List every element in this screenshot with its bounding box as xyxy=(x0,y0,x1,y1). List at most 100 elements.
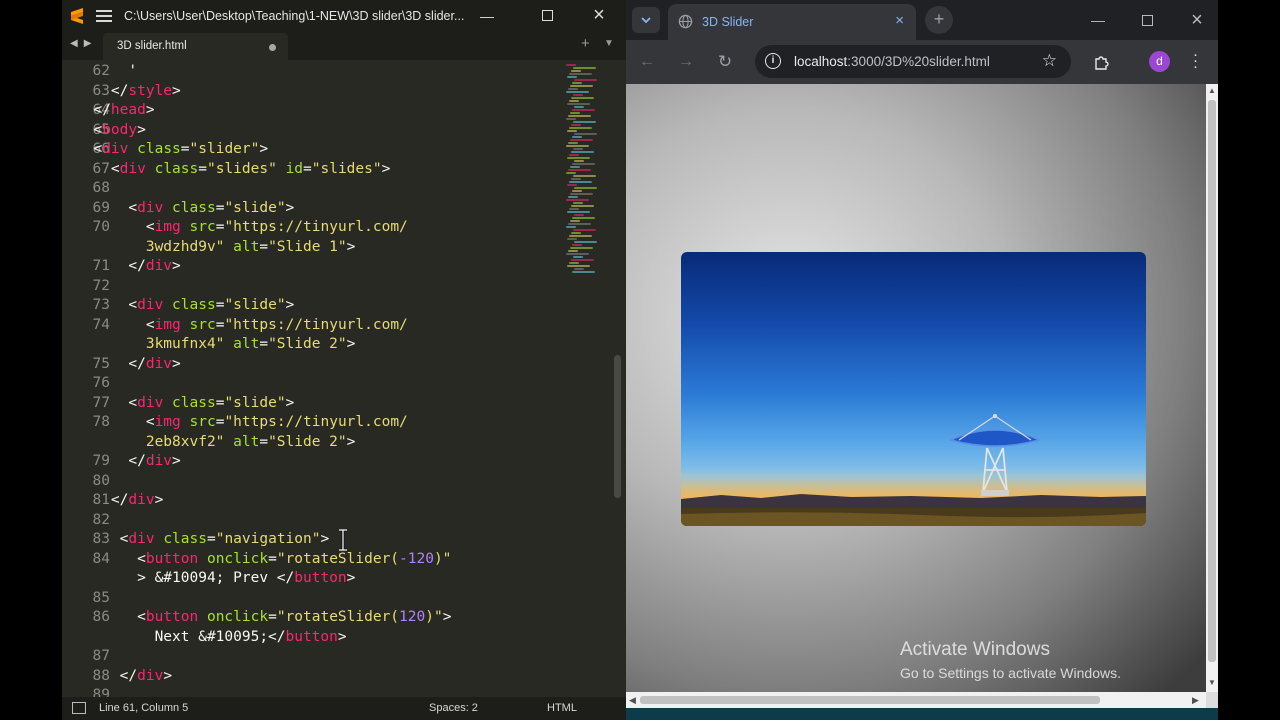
watermark-subtitle: Go to Settings to activate Windows. xyxy=(900,665,1121,681)
url-text[interactable]: localhost:3000/3D%20slider.html xyxy=(794,54,990,69)
minimap-line xyxy=(570,166,580,168)
code-line[interactable]: <button onclick="rotateSlider(120)"> xyxy=(76,608,451,628)
bookmark-star-icon[interactable]: ☆ xyxy=(1042,51,1057,71)
code-token: > xyxy=(154,492,164,508)
syntax-setting[interactable]: HTML xyxy=(547,702,577,714)
code-token: img xyxy=(154,316,181,333)
maximize-icon[interactable] xyxy=(524,0,570,31)
scroll-down-arrow-icon[interactable]: ▼ xyxy=(1208,678,1216,687)
code-line[interactable]: <div class="slider"> xyxy=(76,140,268,160)
close-icon[interactable]: × xyxy=(576,0,622,31)
panel-toggle-icon[interactable] xyxy=(72,702,86,714)
code-token: > xyxy=(285,199,295,216)
minimap-line xyxy=(568,250,578,252)
back-arrow-icon[interactable]: ← xyxy=(637,52,657,72)
new-tab-plus-icon[interactable]: + xyxy=(925,6,953,34)
minimap-line xyxy=(569,73,592,75)
code-token: < xyxy=(76,414,155,430)
tab-close-icon[interactable]: × xyxy=(895,12,904,29)
page-horizontal-scrollbar-thumb[interactable] xyxy=(640,696,1100,704)
minimap-line xyxy=(566,172,576,174)
code-line[interactable]: Next &#10095;</button> xyxy=(76,628,347,648)
code-area[interactable]: ' </style> </head> <body> <div class="sl… xyxy=(62,60,562,697)
extensions-puzzle-icon[interactable] xyxy=(1091,52,1111,72)
hamburger-menu-icon[interactable] xyxy=(96,9,112,22)
minimap-line xyxy=(574,160,584,162)
profile-avatar[interactable]: d xyxy=(1149,51,1170,72)
code-line[interactable]: 3wdzhd9v" alt="Slide 1"> xyxy=(76,238,356,258)
minimap-line xyxy=(569,181,592,183)
minimap-line xyxy=(573,121,596,123)
scroll-up-arrow-icon[interactable]: ▲ xyxy=(1208,86,1216,95)
tab-search-chevron-down-icon[interactable] xyxy=(632,7,660,33)
code-line[interactable]: </div> xyxy=(76,452,180,472)
minimap-line xyxy=(569,154,579,156)
code-token: "rotateSlider( xyxy=(276,550,400,567)
cursor-position[interactable]: Line 61, Column 5 xyxy=(99,702,188,714)
minimap-line xyxy=(569,100,579,102)
tab-list-chevron-down-icon[interactable]: ▼ xyxy=(604,38,614,49)
tab-3d-slider-html[interactable]: 3D slider.html xyxy=(103,33,288,60)
code-line[interactable]: <div class="slides" id="slides"> xyxy=(76,160,390,180)
code-line[interactable]: <img src="https://tinyurl.com/ xyxy=(76,316,408,336)
code-line[interactable]: <div class="slide"> xyxy=(76,199,294,219)
code-line[interactable]: <div class="navigation"> xyxy=(76,530,330,550)
scrollbar-corner xyxy=(1206,692,1218,708)
code-token: "Slide 2" xyxy=(268,336,347,352)
code-line[interactable]: <body> xyxy=(76,121,146,141)
editor-scrollbar-thumb[interactable] xyxy=(614,355,621,498)
code-line[interactable]: 3kmufnx4" alt="Slide 2"> xyxy=(76,335,356,355)
minimap-line xyxy=(574,241,597,243)
code-line[interactable]: 2eb8xvf2" alt="Slide 2"> xyxy=(76,433,356,453)
editor-status-bar: Line 61, Column 5 Spaces: 2 HTML xyxy=(62,697,626,720)
code-line[interactable]: <img src="https://tinyurl.com/ xyxy=(76,218,408,238)
code-line[interactable]: </style> xyxy=(76,82,181,102)
code-line[interactable]: </head> xyxy=(76,101,154,121)
forward-arrow-icon[interactable]: → xyxy=(676,52,696,72)
code-line[interactable]: </div> xyxy=(76,355,180,375)
code-line[interactable]: </div> xyxy=(76,257,180,277)
more-menu-kebab-icon[interactable]: · · · xyxy=(1193,47,1198,74)
browser-close-icon[interactable]: × xyxy=(1172,0,1218,40)
page-horizontal-scrollbar[interactable]: ◀ ▶ xyxy=(626,692,1206,708)
code-line[interactable]: > &#10094; Prev </button> xyxy=(76,569,355,589)
scroll-left-arrow-icon[interactable]: ◀ xyxy=(629,695,636,706)
browser-tab-3d-slider[interactable]: 3D Slider × xyxy=(668,4,916,40)
minimap[interactable] xyxy=(562,60,612,280)
reload-icon[interactable]: ↻ xyxy=(715,52,735,72)
new-tab-plus-icon[interactable]: + xyxy=(581,35,590,52)
code-line[interactable]: <div class="slide"> xyxy=(76,296,294,316)
code-token: class xyxy=(137,141,181,157)
browser-minimize-icon[interactable]: — xyxy=(1073,0,1123,40)
tab-nav-arrows-icon[interactable]: ◀▶ xyxy=(70,38,97,49)
site-info-icon[interactable]: i xyxy=(765,53,781,69)
code-token: "slide" xyxy=(224,394,286,411)
code-token: src xyxy=(189,219,216,235)
page-vertical-scrollbar[interactable]: ▲ ▼ xyxy=(1206,84,1218,692)
minimap-line xyxy=(568,142,578,144)
browser-maximize-icon[interactable] xyxy=(1122,0,1172,40)
code-line[interactable]: </div> xyxy=(76,667,172,687)
address-bar[interactable]: i localhost:3000/3D%20slider.html ☆ xyxy=(755,45,1071,78)
code-token: )" xyxy=(425,609,443,625)
code-line[interactable]: <img src="https://tinyurl.com/ xyxy=(76,413,408,433)
minimize-icon[interactable]: — xyxy=(464,0,510,31)
browser-window: 3D Slider × + — × ← → ↻ i localhost:3000… xyxy=(626,0,1218,720)
minimap-line xyxy=(572,82,582,84)
page-vertical-scrollbar-thumb[interactable] xyxy=(1208,100,1216,662)
unsaved-dot-icon[interactable] xyxy=(269,44,276,51)
code-line[interactable]: <button onclick="rotateSlider(-120)" xyxy=(76,550,451,570)
code-line[interactable]: <div class="slide"> xyxy=(76,394,294,414)
code-token: head xyxy=(110,102,146,118)
scroll-right-arrow-icon[interactable]: ▶ xyxy=(1192,695,1199,706)
minimap-line xyxy=(567,184,577,186)
code-token: alt xyxy=(233,433,260,450)
code-token: > xyxy=(137,121,146,138)
indentation-setting[interactable]: Spaces: 2 xyxy=(429,702,478,714)
code-line[interactable]: ' xyxy=(76,62,137,82)
code-line[interactable]: </div> xyxy=(76,491,163,511)
minimap-line xyxy=(567,76,577,78)
